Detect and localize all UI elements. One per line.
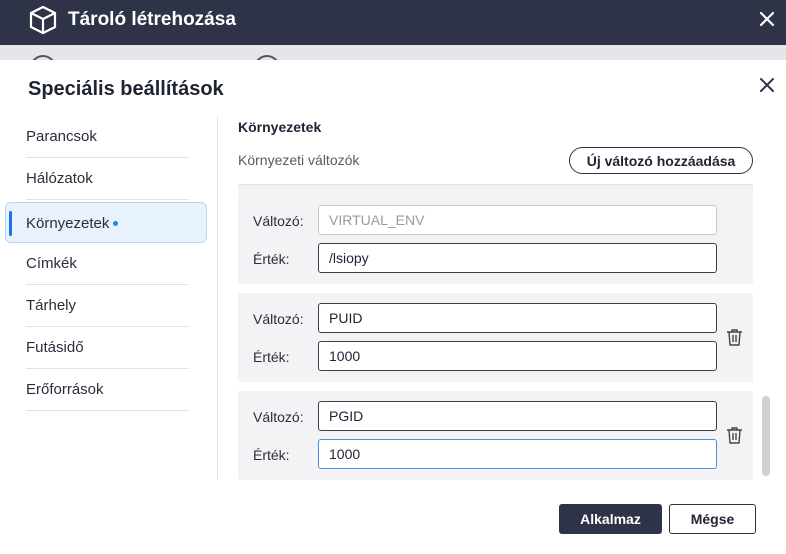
dialog-title: Speciális beállítások — [28, 78, 224, 100]
variable-name-input[interactable] — [318, 205, 717, 235]
close-icon[interactable] — [756, 8, 778, 30]
value-label: Érték: — [253, 447, 290, 463]
env-variable-card: Változó: Érték: — [238, 391, 753, 480]
variable-label: Változó: — [253, 311, 304, 327]
environments-panel: Környezetek Környezeti változók Új válto… — [238, 116, 786, 484]
apply-button[interactable]: Alkalmaz — [559, 504, 662, 534]
sidebar-item-networks[interactable]: Hálózatok — [26, 158, 189, 200]
variable-value-input[interactable] — [318, 243, 717, 273]
close-icon[interactable] — [756, 74, 778, 96]
section-title: Környezetek — [238, 119, 322, 135]
background-wizard — [0, 45, 786, 60]
window-title: Tároló létrehozása — [68, 9, 236, 30]
settings-sidebar: Parancsok Hálózatok Környezetek Címkék T… — [0, 116, 218, 480]
modified-dot-icon — [113, 220, 119, 226]
trash-icon[interactable] — [726, 328, 743, 346]
cube-icon — [29, 5, 57, 35]
title-bar: Tároló létrehozása — [0, 0, 786, 45]
sidebar-item-labels[interactable]: Címkék — [26, 243, 189, 285]
card-strip — [238, 185, 753, 195]
variable-name-input[interactable] — [318, 303, 717, 333]
variable-name-input[interactable] — [318, 401, 717, 431]
env-variable-card: Változó: Érték: — [238, 293, 753, 382]
value-label: Érték: — [253, 251, 290, 267]
variable-value-input[interactable] — [318, 341, 717, 371]
trash-icon[interactable] — [726, 426, 743, 444]
env-variables-label: Környezeti változók — [238, 152, 360, 168]
content-scrollbar[interactable] — [762, 396, 770, 476]
sidebar-item-resources[interactable]: Erőforrások — [26, 369, 189, 411]
cancel-button[interactable]: Mégse — [669, 504, 756, 534]
advanced-settings-dialog: Speciális beállítások Parancsok Hálózato… — [0, 60, 786, 554]
sidebar-item-runtime[interactable]: Futásidő — [26, 327, 189, 369]
sidebar-item-environments[interactable]: Környezetek — [5, 202, 207, 243]
variable-label: Változó: — [253, 213, 304, 229]
value-label: Érték: — [253, 349, 290, 365]
sidebar-item-commands[interactable]: Parancsok — [26, 116, 189, 158]
variable-value-input[interactable] — [318, 439, 717, 469]
sidebar-item-storage[interactable]: Tárhely — [26, 285, 189, 327]
variable-label: Változó: — [253, 409, 304, 425]
add-variable-button[interactable]: Új változó hozzáadása — [569, 147, 753, 174]
env-variable-card: Változó: Érték: — [238, 195, 753, 284]
